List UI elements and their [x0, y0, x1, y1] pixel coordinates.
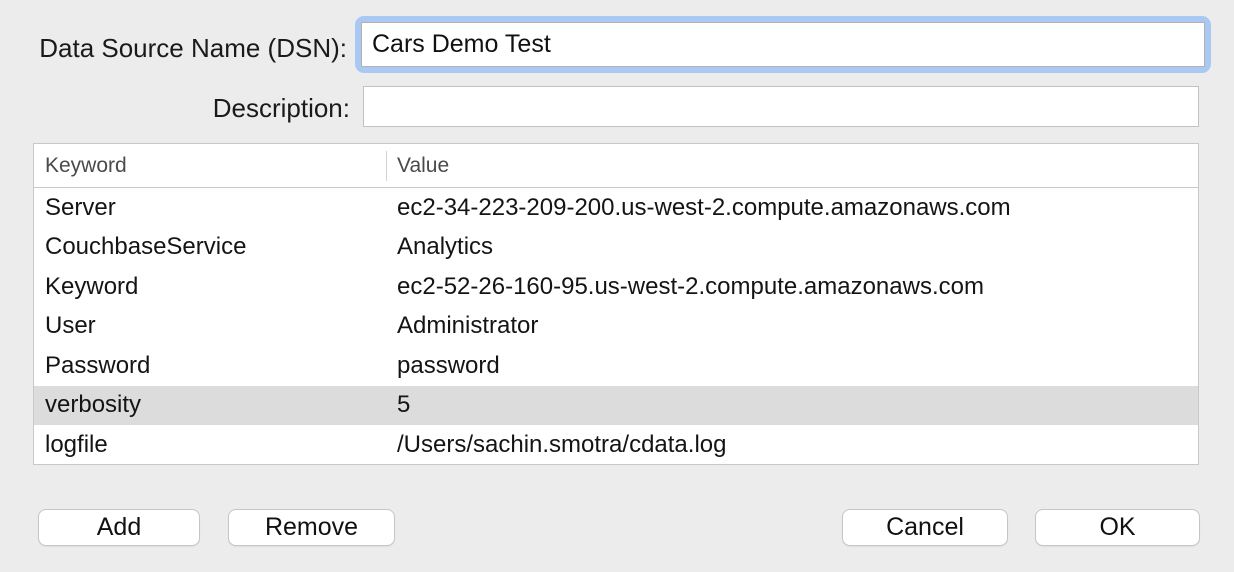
table-row[interactable]: Keyword ec2-52-26-160-95.us-west-2.comput…	[34, 267, 1198, 307]
row-keyword: CouchbaseService	[45, 233, 247, 261]
row-keyword: verbosity	[45, 391, 142, 419]
description-input[interactable]	[363, 86, 1199, 127]
row-value: Analytics	[397, 233, 494, 261]
row-value: ec2-34-223-209-200.us-west-2.compute.ama…	[397, 193, 1011, 221]
table-header-row: Keyword Value	[34, 144, 1198, 188]
table-row[interactable]: Server ec2-34-223-209-200.us-west-2.compu…	[34, 188, 1198, 228]
row-value: Administrator	[397, 312, 539, 340]
add-button[interactable]: Add	[38, 509, 200, 546]
table-row[interactable]: CouchbaseService Analytics	[34, 227, 1198, 267]
row-keyword: User	[45, 312, 96, 340]
keyword-table-body: Server ec2-34-223-209-200.us-west-2.compu…	[34, 188, 1198, 464]
dsn-label: Data Source Name (DSN):	[39, 33, 347, 63]
cancel-button[interactable]: Cancel	[842, 509, 1008, 546]
keyword-value-table: Keyword Value Server ec2-34-223-209-200.u…	[33, 143, 1199, 465]
row-value: 5	[397, 391, 411, 419]
row-keyword: logfile	[45, 430, 108, 458]
table-row[interactable]: logfile/Users/sachin.smotra/cdata.log	[34, 425, 1198, 464]
table-row[interactable]: User Administrator	[34, 306, 1198, 346]
table-row[interactable]: Password password	[34, 346, 1198, 386]
description-label: Description:	[212, 93, 350, 123]
table-row[interactable]: verbosity 5	[34, 385, 1198, 425]
column-header-value[interactable]: Value	[387, 154, 1198, 178]
dsn-input[interactable]	[361, 22, 1205, 67]
dsn-config-dialog: Data Source Name (DSN): Description: Key…	[0, 0, 1234, 572]
ok-button[interactable]: OK	[1035, 509, 1200, 546]
row-keyword: Password	[45, 351, 151, 379]
dsn-focus-ring	[355, 16, 1211, 73]
column-header-keyword[interactable]: Keyword	[34, 154, 386, 178]
row-value: ec2-52-26-160-95.us-west-2.compute.amazo…	[397, 272, 984, 300]
row-keyword: Keyword	[45, 272, 139, 300]
remove-button[interactable]: Remove	[228, 509, 395, 546]
row-value: password	[397, 351, 500, 379]
row-value: /Users/sachin.smotra/cdata.log	[397, 430, 727, 458]
row-keyword: Server	[45, 193, 116, 221]
